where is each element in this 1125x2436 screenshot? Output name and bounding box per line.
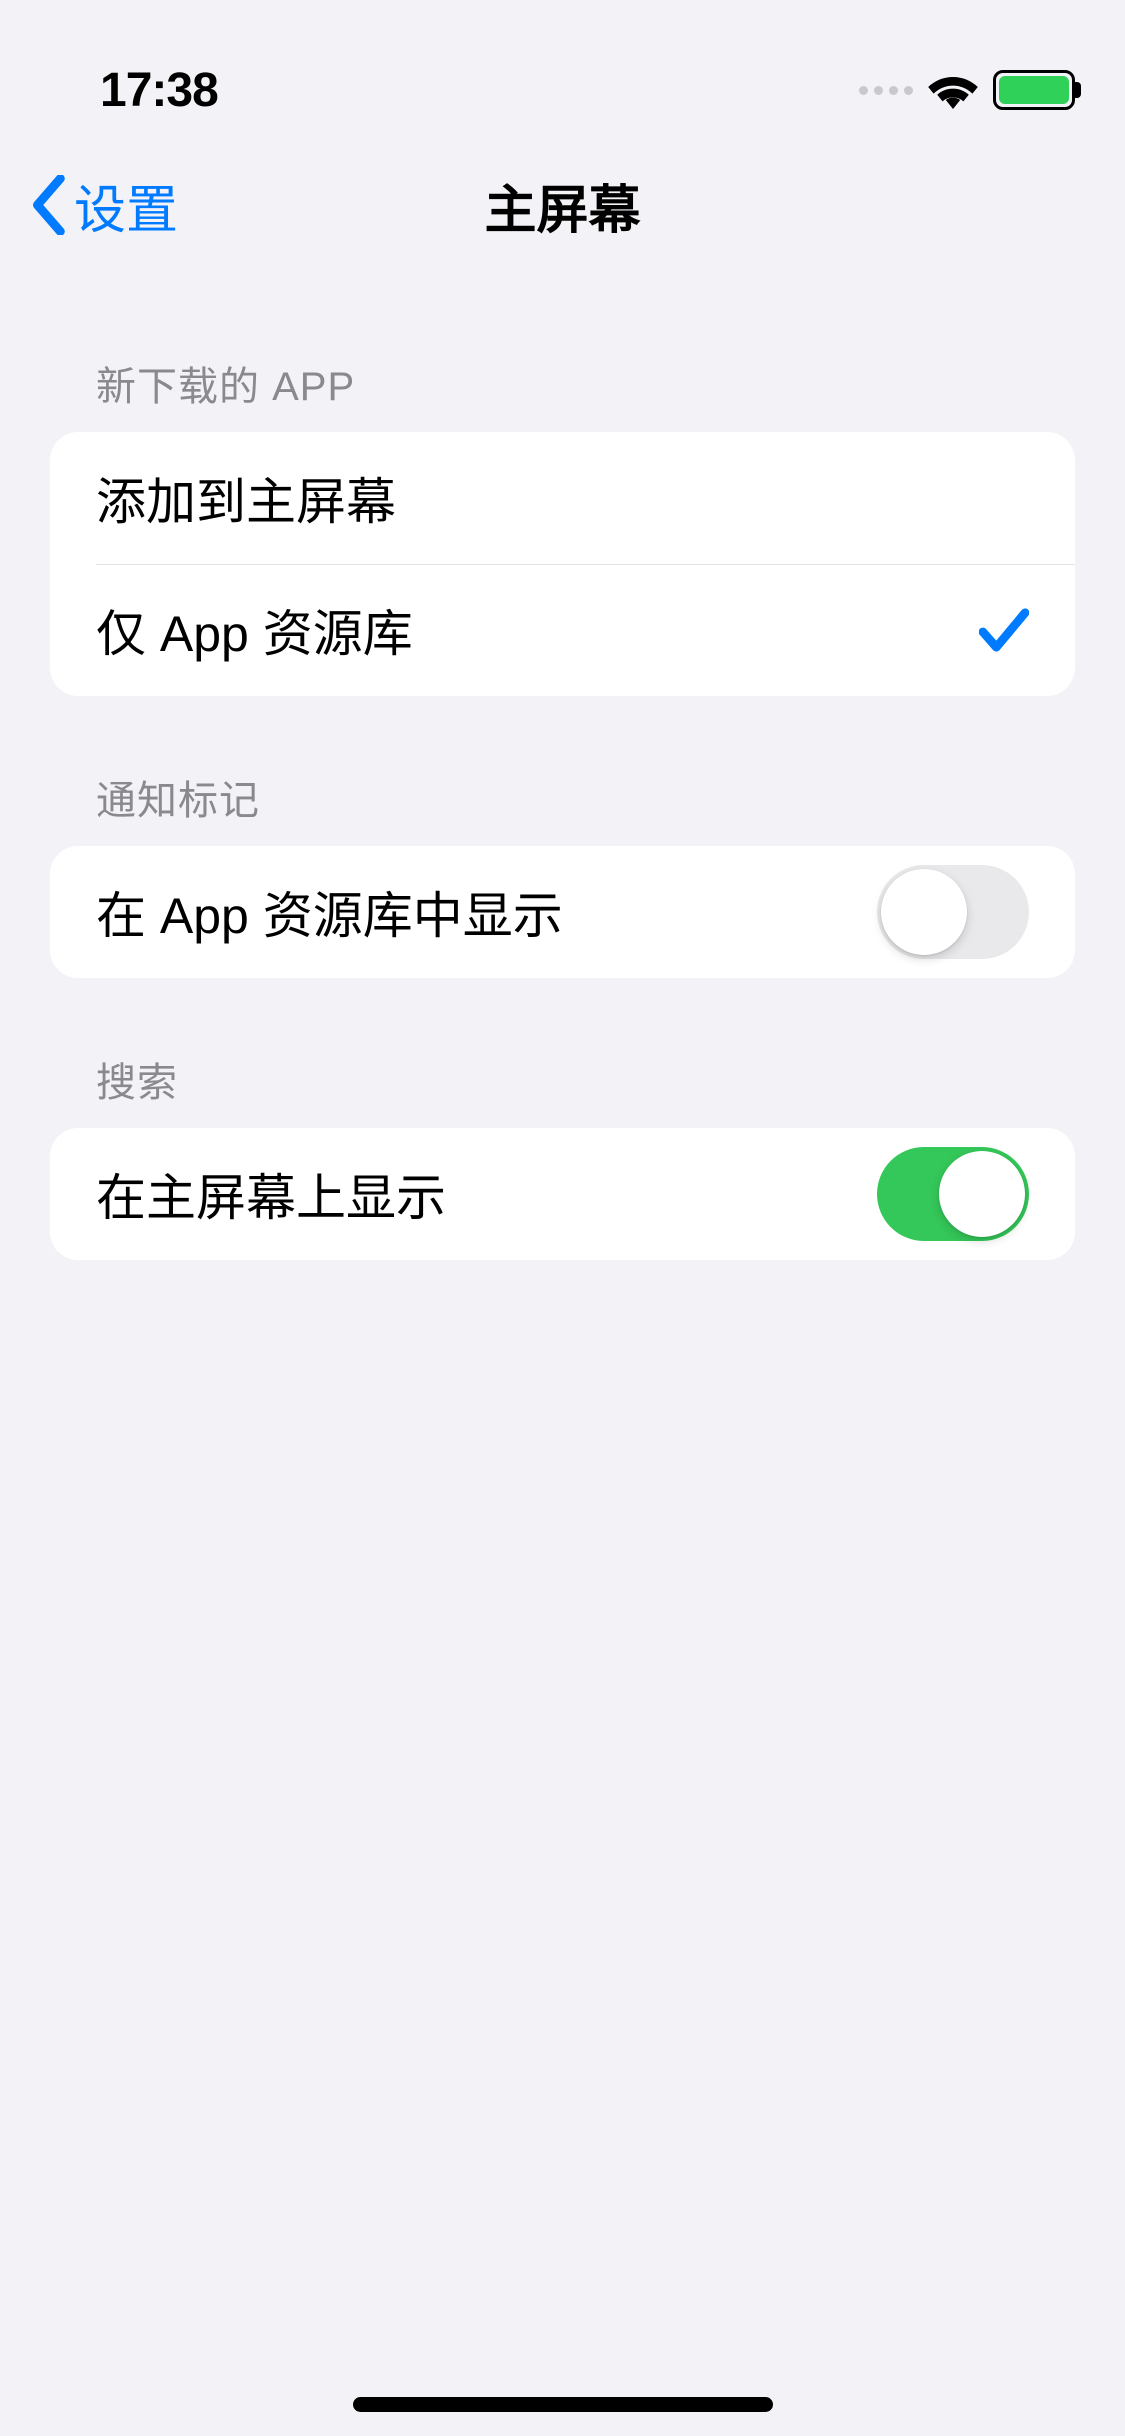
- group-badges: 在 App 资源库中显示: [50, 846, 1075, 978]
- section-header-new-apps: 新下载的 APP: [50, 354, 1075, 432]
- home-indicator[interactable]: [353, 2397, 773, 2412]
- wifi-icon: [927, 71, 979, 109]
- page-title: 主屏幕: [484, 168, 640, 243]
- toggle-show-on-home[interactable]: [877, 1147, 1029, 1241]
- section-new-apps: 新下载的 APP 添加到主屏幕 仅 App 资源库: [50, 354, 1075, 696]
- row-show-on-home: 在主屏幕上显示: [50, 1128, 1075, 1260]
- settings-content: 新下载的 APP 添加到主屏幕 仅 App 资源库 通知标记 在 App 资源库…: [0, 270, 1125, 1260]
- checkmark-icon: [979, 607, 1029, 653]
- status-indicators: [859, 70, 1075, 110]
- option-label: 添加到主屏幕: [96, 462, 396, 534]
- section-badges: 通知标记 在 App 资源库中显示: [50, 768, 1075, 978]
- group-new-apps: 添加到主屏幕 仅 App 资源库: [50, 432, 1075, 696]
- option-label: 仅 App 资源库: [96, 594, 413, 666]
- status-time: 17:38: [100, 63, 218, 118]
- navigation-bar: 设置 主屏幕: [0, 140, 1125, 270]
- chevron-left-icon: [28, 175, 68, 235]
- toggle-show-in-library[interactable]: [877, 865, 1029, 959]
- row-label: 在主屏幕上显示: [96, 1158, 446, 1230]
- section-search: 搜索 在主屏幕上显示: [50, 1050, 1075, 1260]
- section-header-search: 搜索: [50, 1050, 1075, 1128]
- status-bar: 17:38: [0, 0, 1125, 140]
- option-add-to-home[interactable]: 添加到主屏幕: [50, 432, 1075, 564]
- battery-icon: [993, 70, 1075, 110]
- cellular-dots-icon: [859, 86, 913, 95]
- option-app-library-only[interactable]: 仅 App 资源库: [50, 564, 1075, 696]
- row-show-in-library: 在 App 资源库中显示: [50, 846, 1075, 978]
- group-search: 在主屏幕上显示: [50, 1128, 1075, 1260]
- row-label: 在 App 资源库中显示: [96, 876, 563, 948]
- back-label: 设置: [74, 168, 178, 243]
- section-header-badges: 通知标记: [50, 768, 1075, 846]
- back-button[interactable]: 设置: [28, 168, 178, 243]
